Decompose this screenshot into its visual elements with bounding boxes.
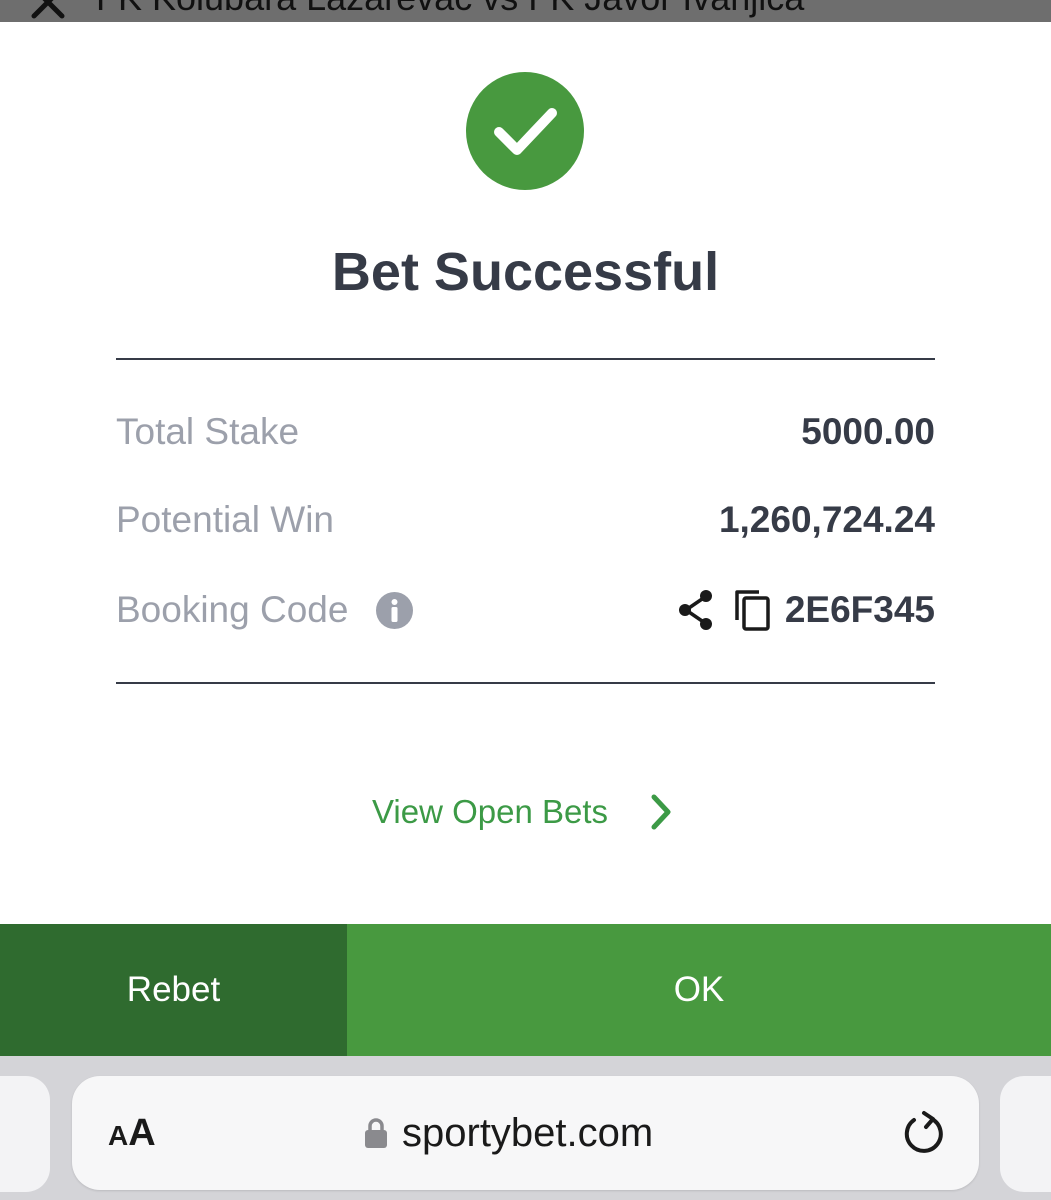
event-header-strip: FK Kolubara Lazarevac vs FK Javor Ivanji… bbox=[0, 0, 1051, 22]
text-size-small-a: A bbox=[108, 1120, 129, 1151]
bottom-divider bbox=[116, 682, 935, 684]
modal-title: Bet Successful bbox=[331, 242, 720, 302]
modal-footer-buttons: Rebet OK bbox=[0, 924, 1051, 1056]
booking-code-value[interactable]: 2E6F345 bbox=[785, 585, 935, 635]
browser-address-bar: AA sportybet.com bbox=[0, 1056, 1051, 1200]
view-open-bets-link[interactable]: View Open Bets bbox=[372, 786, 674, 838]
ok-button[interactable]: OK bbox=[347, 924, 1051, 1056]
url-display[interactable]: sportybet.com bbox=[364, 1106, 653, 1160]
next-tab-preview[interactable] bbox=[1000, 1076, 1051, 1192]
address-field[interactable]: AA sportybet.com bbox=[72, 1076, 979, 1190]
top-divider bbox=[116, 358, 935, 360]
view-open-bets-label: View Open Bets bbox=[372, 793, 609, 830]
info-icon[interactable] bbox=[376, 592, 413, 629]
potential-win-row: Potential Win 1,260,724.24 bbox=[116, 495, 935, 545]
copy-icon[interactable] bbox=[733, 588, 771, 632]
chevron-right-icon bbox=[651, 794, 671, 830]
bet-success-modal: Bet Successful Total Stake 5000.00 Poten… bbox=[0, 22, 1051, 924]
booking-code-row: Booking Code 2E6F345 bbox=[116, 585, 935, 635]
close-icon[interactable] bbox=[28, 0, 68, 20]
lock-icon bbox=[365, 1118, 387, 1148]
booking-code-label: Booking Code bbox=[116, 589, 349, 630]
total-stake-value: 5000.00 bbox=[801, 411, 935, 452]
total-stake-label: Total Stake bbox=[116, 411, 300, 452]
check-circle-icon bbox=[466, 72, 584, 190]
text-size-button[interactable]: AA bbox=[108, 1106, 156, 1160]
match-title: FK Kolubara Lazarevac vs FK Javor Ivanji… bbox=[96, 0, 804, 18]
rebet-button[interactable]: Rebet bbox=[0, 924, 347, 1056]
share-icon[interactable] bbox=[677, 589, 715, 631]
reload-icon[interactable] bbox=[902, 1110, 946, 1156]
previous-tab-preview[interactable] bbox=[0, 1076, 50, 1192]
total-stake-row: Total Stake 5000.00 bbox=[116, 407, 935, 457]
potential-win-label: Potential Win bbox=[116, 499, 334, 540]
potential-win-value: 1,260,724.24 bbox=[718, 499, 935, 540]
url-text: sportybet.com bbox=[402, 1111, 654, 1155]
booking-code-actions: 2E6F345 bbox=[677, 585, 935, 635]
text-size-big-a: A bbox=[128, 1112, 156, 1154]
